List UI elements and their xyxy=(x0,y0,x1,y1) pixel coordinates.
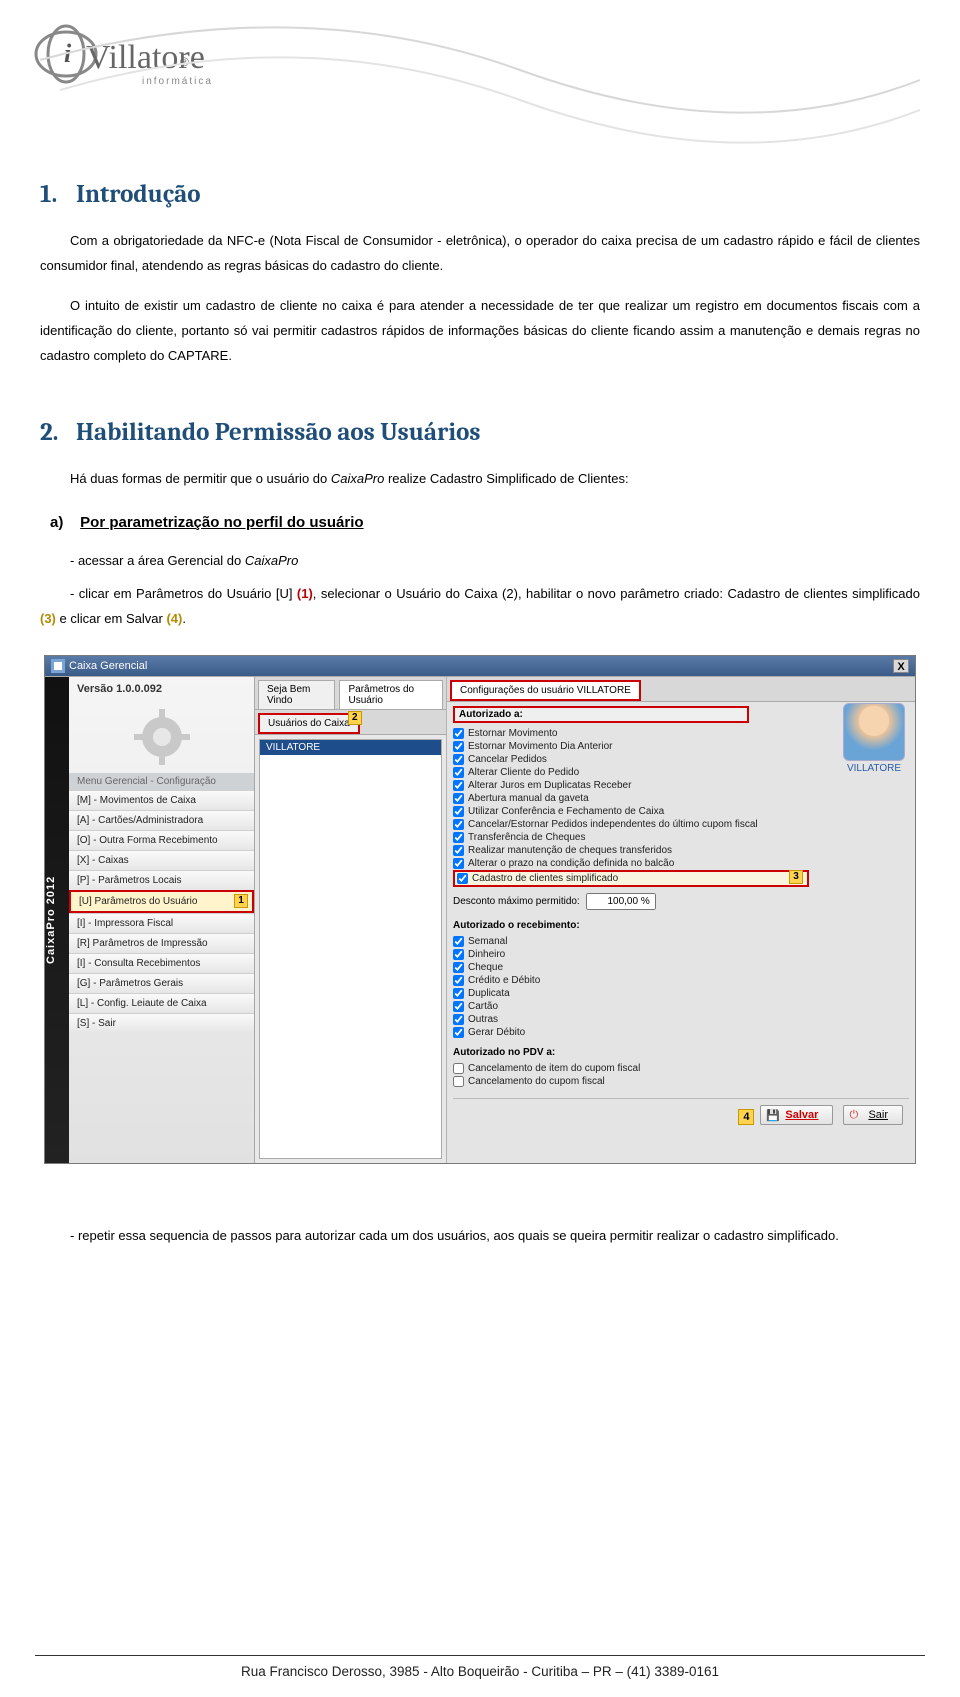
exit-icon: ⏻ xyxy=(849,1109,858,1122)
perm-manut-cheques[interactable]: Realizar manutenção de cheques transferi… xyxy=(453,844,809,857)
menu-caixas[interactable]: [X] - Caixas xyxy=(69,850,254,870)
bullet-1: - acessar a área Gerencial do CaixaPro xyxy=(70,549,920,574)
discount-row: Desconto máximo permitido: xyxy=(453,893,909,910)
app-screenshot: Caixa Gerencial X CaixaPro 2012 Versão 1… xyxy=(44,655,916,1164)
tab-config-usuario[interactable]: Configurações do usuário VILLATORE xyxy=(450,680,641,701)
callout-1: 1 xyxy=(234,894,248,908)
perm-estornar-dia-ant[interactable]: Estornar Movimento Dia Anterior xyxy=(453,740,809,753)
pdv-cancel-item[interactable]: Cancelamento de item do cupom fiscal xyxy=(453,1062,909,1075)
brand-logo: i Villatore ® informática xyxy=(30,18,230,107)
gear-icon xyxy=(69,701,254,773)
recv-semanal[interactable]: Semanal xyxy=(453,935,909,948)
svg-text:i: i xyxy=(64,39,72,68)
titlebar: Caixa Gerencial X xyxy=(45,656,915,676)
group-autorizado-pdv: Autorizado no PDV a: xyxy=(453,1047,909,1058)
save-icon: 💾 xyxy=(766,1109,780,1122)
menu-section-header: Menu Gerencial - Configuração xyxy=(69,773,254,790)
save-button[interactable]: 💾 Salvar xyxy=(760,1105,833,1125)
bullet-2: - clicar em Parâmetros do Usuário [U] (1… xyxy=(40,582,920,631)
sidebar: Versão 1.0.0.092 Menu Gerencial - Config… xyxy=(69,677,255,1163)
section-1-title: 1.Introdução xyxy=(40,180,920,209)
perm-cadastro-simplificado[interactable]: Cadastro de clientes simplificado 3 xyxy=(453,870,809,887)
after-shot-para: - repetir essa sequencia de passos para … xyxy=(40,1224,920,1249)
menu-cartoes[interactable]: [A] - Cartões/Administradora xyxy=(69,810,254,830)
perm-transf-cheques[interactable]: Transferência de Cheques xyxy=(453,831,809,844)
close-button[interactable]: X xyxy=(893,659,909,673)
recv-outras[interactable]: Outras xyxy=(453,1013,909,1026)
svg-text:®: ® xyxy=(180,55,189,69)
group-autorizado-a: Autorizado a: xyxy=(453,706,749,723)
sidebar-menu: [M] - Movimentos de Caixa [A] - Cartões/… xyxy=(69,790,254,1033)
recv-gerar-debito[interactable]: Gerar Débito xyxy=(453,1026,909,1039)
section-1-para-2: O intuito de existir um cadastro de clie… xyxy=(40,294,920,368)
section-1-para-1: Com a obrigatoriedade da NFC-e (Nota Fis… xyxy=(40,229,920,278)
discount-input[interactable] xyxy=(586,893,656,910)
section-2-title: 2.Habilitando Permissão aos Usuários xyxy=(40,418,920,447)
section-2-intro: Há duas formas de permitir que o usuário… xyxy=(40,467,920,492)
perm-conferencia-fechamento[interactable]: Utilizar Conferência e Fechamento de Cai… xyxy=(453,805,809,818)
exit-button[interactable]: ⏻ Sair xyxy=(843,1105,903,1125)
menu-param-impressao[interactable]: [R] Parâmetros de Impressão xyxy=(69,933,254,953)
perm-alterar-prazo[interactable]: Alterar o prazo na condição definida no … xyxy=(453,857,809,870)
group-autorizado-recebimento: Autorizado o recebimento: xyxy=(453,920,909,931)
menu-param-usuario[interactable]: [U] Parâmetros do Usuário 1 xyxy=(69,890,254,913)
recv-credito-debito[interactable]: Crédito e Débito xyxy=(453,974,909,987)
step-a: a) Por parametrização no perfil do usuár… xyxy=(50,514,920,531)
recv-cartao[interactable]: Cartão xyxy=(453,1000,909,1013)
menu-sair[interactable]: [S] - Sair xyxy=(69,1013,254,1033)
tab-seja-bem-vindo[interactable]: Seja Bem Vindo xyxy=(258,680,335,709)
menu-impressora[interactable]: [I] - Impressora Fiscal xyxy=(69,913,254,933)
tab-usuarios-caixa[interactable]: Usuários do Caixa 2 xyxy=(258,713,360,734)
recv-duplicata[interactable]: Duplicata xyxy=(453,987,909,1000)
perm-cancelar-pedidos[interactable]: Cancelar Pedidos xyxy=(453,753,809,766)
user-item[interactable]: VILLATORE xyxy=(260,740,441,755)
perm-abertura-gaveta[interactable]: Abertura manual da gaveta xyxy=(453,792,809,805)
app-icon xyxy=(51,659,65,673)
callout-3: 3 xyxy=(789,870,803,884)
menu-consulta-receb[interactable]: [I] - Consulta Recebimentos xyxy=(69,953,254,973)
tab-param-usuario[interactable]: Parâmetros do Usuário xyxy=(339,680,443,709)
menu-param-gerais[interactable]: [G] - Parâmetros Gerais xyxy=(69,973,254,993)
version-label: Versão 1.0.0.092 xyxy=(69,677,254,701)
recv-dinheiro[interactable]: Dinheiro xyxy=(453,948,909,961)
page-footer: Rua Francisco Derosso, 3985 - Alto Boque… xyxy=(0,1655,960,1679)
step-a-link: Por parametrização no perfil do usuário xyxy=(80,514,363,531)
recv-cheque[interactable]: Cheque xyxy=(453,961,909,974)
callout-4: 4 xyxy=(738,1109,754,1125)
callout-2: 2 xyxy=(348,711,362,725)
menu-config-leiaute[interactable]: [L] - Config. Leiaute de Caixa xyxy=(69,993,254,1013)
perm-estornar-mov[interactable]: Estornar Movimento xyxy=(453,727,809,740)
pdv-cancel-cupom[interactable]: Cancelamento do cupom fiscal xyxy=(453,1075,909,1088)
menu-movimentos[interactable]: [M] - Movimentos de Caixa xyxy=(69,790,254,810)
svg-text:informática: informática xyxy=(142,76,213,87)
menu-outra-forma[interactable]: [O] - Outra Forma Recebimento xyxy=(69,830,254,850)
user-list[interactable]: VILLATORE xyxy=(259,739,442,1159)
avatar: VILLATORE xyxy=(843,703,905,774)
side-brand: CaixaPro 2012 xyxy=(45,677,69,1163)
perm-alterar-juros[interactable]: Alterar Juros em Duplicatas Receber xyxy=(453,779,809,792)
avatar-icon xyxy=(843,703,905,761)
perm-cancelar-estornar-indep[interactable]: Cancelar/Estornar Pedidos independentes … xyxy=(453,818,809,831)
menu-param-locais[interactable]: [P] - Parâmetros Locais xyxy=(69,870,254,890)
perm-alterar-cliente[interactable]: Alterar Cliente do Pedido xyxy=(453,766,809,779)
